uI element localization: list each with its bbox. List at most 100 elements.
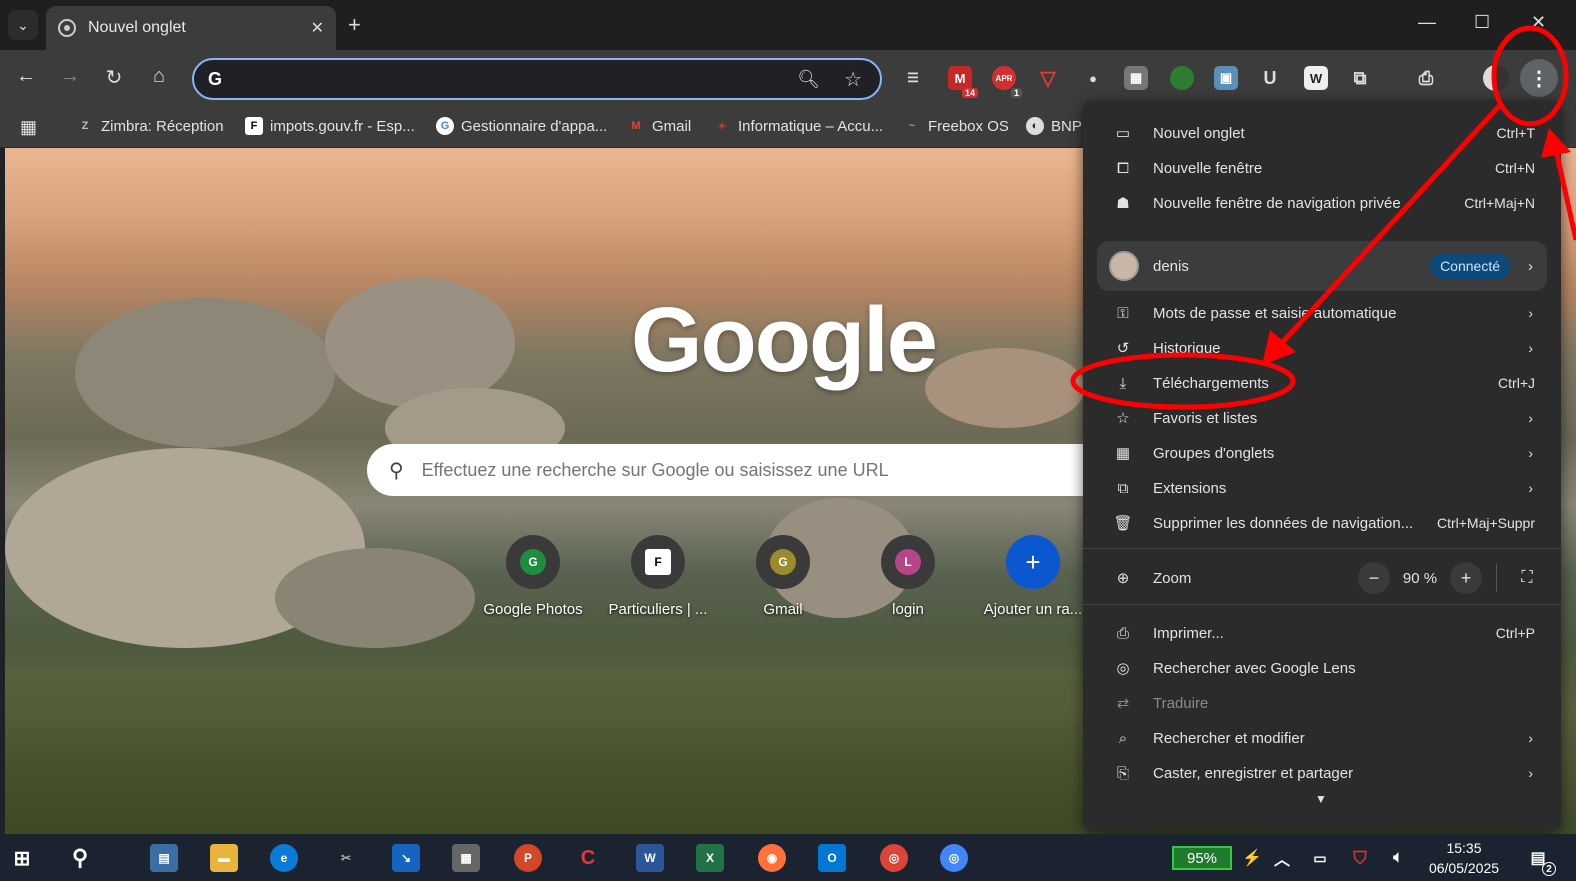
- menu-item-print[interactable]: ⎙ Imprimer... Ctrl+P: [1083, 616, 1561, 650]
- minimize-button[interactable]: —: [1418, 12, 1436, 33]
- search-icon[interactable]: ⚲: [66, 844, 94, 872]
- forward-button[interactable]: →: [56, 65, 84, 88]
- shortcut-add[interactable]: + Ajouter un ra...: [973, 535, 1093, 618]
- word-icon[interactable]: W: [636, 844, 664, 872]
- reload-button[interactable]: ↻: [100, 65, 128, 90]
- shortcut-gmail[interactable]: G Gmail: [723, 535, 843, 618]
- shortcut-label: Ajouter un ra...: [983, 601, 1083, 618]
- chevron-up-icon[interactable]: ︿: [1268, 844, 1296, 872]
- zoom-out-button[interactable]: −: [1358, 562, 1390, 594]
- menu-item-incognito[interactable]: ☗ Nouvelle fenêtre de navigation privée Ct…: [1083, 186, 1561, 220]
- extension-icon-cloud[interactable]: ●: [1081, 66, 1105, 90]
- taskbar-clock[interactable]: 15:35 06/05/2025: [1424, 838, 1504, 878]
- bookmark-star-icon[interactable]: ☆: [844, 67, 862, 92]
- menu-item-google-lens[interactable]: ◎ Rechercher avec Google Lens: [1083, 651, 1561, 685]
- extension-icon-image[interactable]: ▣: [1214, 66, 1238, 90]
- google-logo: Google: [631, 289, 938, 391]
- outlook-icon[interactable]: O: [818, 844, 846, 872]
- google-search-input[interactable]: [421, 459, 1022, 481]
- new-tab-button[interactable]: +: [348, 12, 361, 38]
- bookmark-gmail[interactable]: M Gmail: [627, 117, 691, 135]
- profile-avatar[interactable]: [1483, 65, 1509, 91]
- clock-date: 06/05/2025: [1428, 860, 1500, 876]
- tab-search-button[interactable]: ⌄: [8, 10, 38, 40]
- maximize-button[interactable]: ☐: [1474, 12, 1490, 33]
- menu-scroll-down-icon[interactable]: ▼: [1315, 792, 1327, 806]
- apps-grid-icon[interactable]: ▦: [20, 117, 37, 138]
- menu-item-history[interactable]: ↺ Historique ›: [1083, 331, 1561, 365]
- shortcut-login[interactable]: L login: [848, 535, 968, 618]
- extension-icon-apr[interactable]: APR 1: [992, 66, 1022, 98]
- firefox-icon[interactable]: ◉: [758, 844, 786, 872]
- file-explorer-icon[interactable]: ▬: [210, 844, 238, 872]
- extension-icon-w[interactable]: W: [1304, 66, 1328, 90]
- menu-item-passwords[interactable]: ⚿ Mots de passe et saisie automatique ›: [1083, 296, 1561, 330]
- menu-item-extensions[interactable]: ⧉ Extensions ›: [1083, 471, 1561, 505]
- close-window-button[interactable]: ✕: [1531, 12, 1546, 33]
- zoom-icon[interactable]: 🔍︎: [797, 69, 820, 90]
- shortcut-particuliers[interactable]: F Particuliers | ...: [598, 535, 718, 618]
- excel-icon[interactable]: X: [696, 844, 724, 872]
- shortcut-icon-circle: G: [506, 535, 560, 589]
- bookmark-informatique[interactable]: ✦ Informatique – Accu...: [713, 117, 883, 135]
- menu-divider: [1083, 604, 1561, 605]
- bookmark-freebox[interactable]: ~ Freebox OS: [903, 117, 1009, 135]
- tab-new-tab[interactable]: Nouvel onglet ✕: [46, 6, 336, 50]
- chrome-icon[interactable]: ◎: [940, 844, 968, 872]
- extension-icon-mail[interactable]: M 14: [948, 66, 978, 98]
- close-tab-icon[interactable]: ✕: [311, 18, 324, 38]
- antivirus-icon[interactable]: ⛉: [1346, 844, 1374, 872]
- volume-icon[interactable]: 🔈︎: [1384, 844, 1412, 872]
- ccleaner-icon[interactable]: C: [574, 844, 602, 872]
- google-search-box[interactable]: ⚲: [367, 444, 1127, 496]
- menu-item-tab-groups[interactable]: ▦ Groupes d'onglets ›: [1083, 436, 1561, 470]
- home-button[interactable]: ⌂: [145, 65, 173, 88]
- menu-item-bookmarks[interactable]: ☆ Favoris et listes ›: [1083, 401, 1561, 435]
- zoom-in-button[interactable]: +: [1450, 562, 1482, 594]
- menu-item-downloads[interactable]: ⤓ Téléchargements Ctrl+J: [1083, 366, 1561, 400]
- fullscreen-button[interactable]: ⛶: [1511, 562, 1543, 594]
- chrome-icon[interactable]: ◎: [880, 844, 908, 872]
- battery-indicator[interactable]: 95%: [1172, 846, 1232, 870]
- shortcut-google-photos[interactable]: G Google Photos: [473, 535, 593, 618]
- network-icon[interactable]: ▭: [1306, 844, 1334, 872]
- taskbar-app-icon[interactable]: ▤: [150, 844, 178, 872]
- snipping-tool-icon[interactable]: ✂: [332, 844, 360, 872]
- edge-icon[interactable]: e: [270, 844, 298, 872]
- bookmark-impots[interactable]: Fimpots.gouv.fr - Esp...: [245, 117, 415, 135]
- minus-icon: −: [1368, 567, 1380, 588]
- login-letter-icon: L: [895, 549, 921, 575]
- bookmark-zimbra[interactable]: Z Zimbra: Réception: [76, 117, 224, 135]
- add-icon: +: [1025, 546, 1041, 577]
- notifications-icon[interactable]: ▤ 2: [1524, 844, 1556, 876]
- menu-item-new-window[interactable]: ⧠ Nouvelle fenêtre Ctrl+N: [1083, 151, 1561, 185]
- bookmark-gestionnaire[interactable]: G Gestionnaire d'appa...: [436, 117, 607, 135]
- extension-icon-u[interactable]: U: [1258, 66, 1282, 90]
- menu-item-clear-data[interactable]: 🗑︎ Supprimer les données de navigation...…: [1083, 506, 1561, 540]
- calculator-icon[interactable]: ▦: [452, 844, 480, 872]
- omnibox[interactable]: G 🔍︎ ☆: [192, 58, 882, 100]
- windows-taskbar: ⊞ ⚲ ▤ ▬ e ✂ ↘ ▦ P C W X ◉ O ◎ ◎ 95% ⚡ ︿ …: [0, 834, 1576, 881]
- profile-name: denis: [1153, 257, 1189, 275]
- back-button[interactable]: ←: [12, 65, 40, 88]
- trash-icon: 🗑︎: [1113, 515, 1133, 532]
- menu-item-cast[interactable]: ⎘ Caster, enregistrer et partager ›: [1083, 756, 1561, 790]
- print-icon[interactable]: ⎙: [1414, 66, 1438, 90]
- bookmark-bnp[interactable]: ◐ BNP: [1026, 117, 1082, 135]
- chrome-menu-button[interactable]: ⋮: [1520, 59, 1558, 97]
- extension-icon-1[interactable]: ☰: [901, 66, 925, 90]
- shield-icon[interactable]: ▽: [1036, 66, 1060, 90]
- globe-icon[interactable]: [1170, 66, 1194, 90]
- windows-start-icon[interactable]: ⊞: [8, 844, 36, 872]
- extension-icon-qr[interactable]: ▦: [1124, 66, 1148, 90]
- menu-item-new-tab[interactable]: ▭ Nouvel onglet Ctrl+T: [1083, 116, 1561, 150]
- menu-item-find-edit[interactable]: ⌕ Rechercher et modifier ›: [1083, 721, 1561, 755]
- shortcut-label: Gmail: [763, 601, 803, 618]
- bookmark-label: Zimbra: Réception: [101, 117, 224, 135]
- plus-icon: +: [1460, 567, 1472, 588]
- extensions-puzzle-icon[interactable]: ⧉: [1348, 66, 1372, 90]
- chevron-right-icon: ›: [1528, 445, 1533, 461]
- menu-profile-row[interactable]: denis Connecté ›: [1097, 241, 1547, 291]
- powerpoint-icon[interactable]: P: [514, 844, 542, 872]
- taskbar-app-icon[interactable]: ↘: [392, 844, 420, 872]
